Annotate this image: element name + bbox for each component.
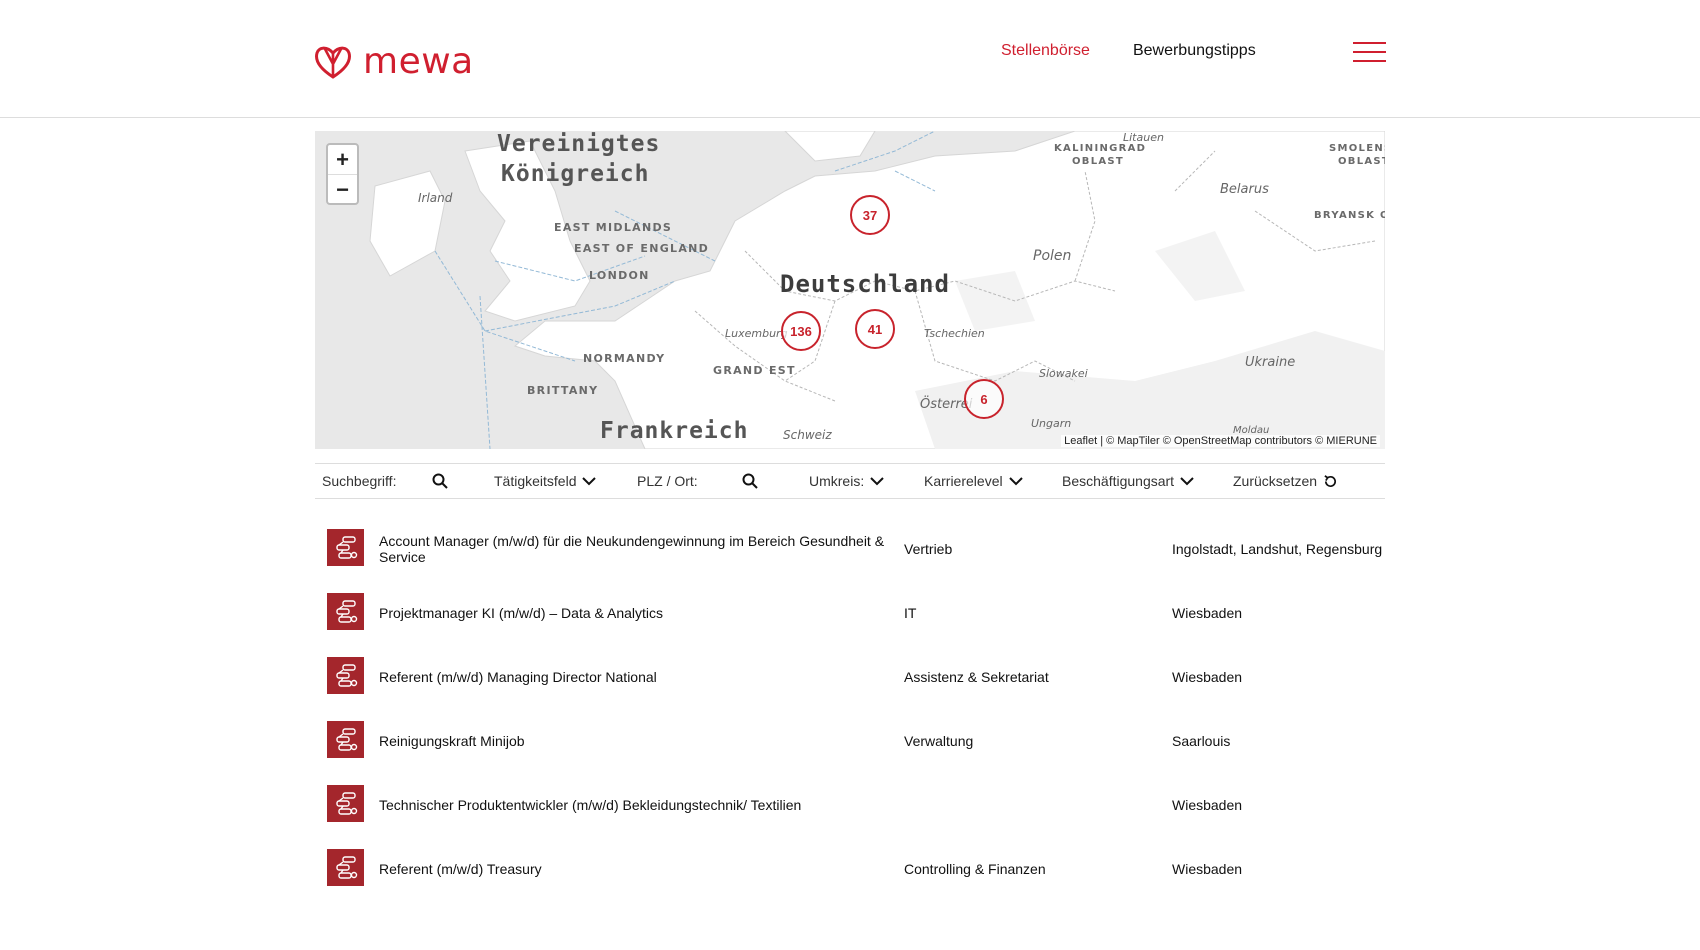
- map-label-ungarn: Ungarn: [1031, 417, 1072, 430]
- job-category: Vertrieb: [904, 541, 953, 557]
- plz-ort-field[interactable]: PLZ / Ort:: [637, 473, 758, 489]
- job-location: Saarlouis: [1172, 733, 1231, 749]
- map-label-ukraine: Ukraine: [1245, 355, 1296, 370]
- filter-karrierelevel-label: Karrierelevel: [924, 473, 1003, 489]
- nav-link-stellenboerse[interactable]: Stellenbörse: [1001, 42, 1090, 60]
- map-label-kaliningrad-2: OBLAST: [1072, 156, 1125, 167]
- chevron-down-icon: [870, 477, 884, 486]
- mewa-logo[interactable]: mewa: [313, 44, 474, 80]
- hamburger-menu-icon[interactable]: [1353, 42, 1386, 64]
- job-title[interactable]: Referent (m/w/d) Managing Director Natio…: [379, 657, 889, 697]
- hierarchy-icon: [335, 535, 357, 559]
- job-title[interactable]: Referent (m/w/d) Treasury: [379, 849, 889, 889]
- filter-beschaeftigungsart[interactable]: Beschäftigungsart: [1062, 473, 1194, 489]
- map-cluster-marker[interactable]: 41: [855, 309, 895, 349]
- job-category: IT: [904, 605, 917, 621]
- map-label-london: LONDON: [589, 269, 650, 282]
- reset-label: Zurücksetzen: [1233, 473, 1318, 489]
- job-location: Ingolstadt, Landshut, Regensburg: [1172, 541, 1383, 557]
- job-row[interactable]: Technischer Produktentwickler (m/w/d) Be…: [315, 785, 1385, 825]
- map-label-luxemburg: Luxemburg: [725, 327, 788, 340]
- filter-taetigkeitsfeld[interactable]: Tätigkeitsfeld: [494, 473, 597, 489]
- map-label-uk-1: Vereinigtes: [497, 131, 661, 157]
- map-label-uk-2: Königreich: [501, 161, 650, 187]
- filter-beschaeftigungsart-label: Beschäftigungsart: [1062, 473, 1175, 489]
- filter-taetigkeitsfeld-label: Tätigkeitsfeld: [494, 473, 577, 489]
- job-row[interactable]: Referent (m/w/d) Treasury Controlling & …: [315, 849, 1385, 889]
- job-row[interactable]: Projektmanager KI (m/w/d) – Data & Analy…: [315, 593, 1385, 633]
- job-row[interactable]: Reinigungskraft Minijob Verwaltung Saarl…: [315, 721, 1385, 761]
- job-category-icon: [327, 657, 364, 694]
- job-title[interactable]: Technischer Produktentwickler (m/w/d) Be…: [379, 785, 889, 825]
- job-category-icon: [327, 721, 364, 758]
- job-row[interactable]: Account Manager (m/w/d) für die Neukunde…: [315, 529, 1385, 569]
- job-title[interactable]: Reinigungskraft Minijob: [379, 721, 889, 761]
- hierarchy-icon: [335, 855, 357, 879]
- map-label-east-midlands: EAST MIDLANDS: [554, 221, 673, 234]
- map-label-grand-est: GRAND EST: [713, 364, 796, 377]
- job-category-icon: [327, 849, 364, 886]
- map-cluster-marker[interactable]: 37: [850, 195, 890, 235]
- map-label-bryansk: BRYANSK OI: [1314, 210, 1385, 221]
- search-label: Suchbegriff:: [322, 473, 397, 489]
- job-map[interactable]: Vereinigtes Königreich Irland EAST MIDLA…: [315, 131, 1385, 449]
- reset-button[interactable]: Zurücksetzen: [1233, 473, 1338, 489]
- search-field[interactable]: Suchbegriff:: [322, 473, 449, 489]
- map-label-normandy: NORMANDY: [583, 352, 666, 365]
- map-label-slowakei: Slowakei: [1039, 367, 1088, 380]
- filter-umkreis[interactable]: Umkreis:: [809, 473, 884, 489]
- map-label-kaliningrad-1: KALININGRAD: [1054, 143, 1147, 154]
- map-cluster-marker[interactable]: 6: [964, 379, 1004, 419]
- job-title[interactable]: Account Manager (m/w/d) für die Neukunde…: [379, 529, 889, 569]
- mewa-heart-logo-icon: [315, 46, 351, 79]
- nav-link-bewerbungstipps[interactable]: Bewerbungstipps: [1133, 42, 1256, 60]
- search-icon[interactable]: [742, 473, 758, 489]
- filter-karrierelevel[interactable]: Karrierelevel: [924, 473, 1023, 489]
- job-location: Wiesbaden: [1172, 669, 1243, 685]
- map-label-smolensk-2: OBLAST: [1338, 156, 1385, 167]
- map-attribution[interactable]: Leaflet | © MapTiler © OpenStreetMap con…: [1061, 435, 1380, 447]
- map-label-deutschland: Deutschland: [780, 270, 950, 298]
- map-cluster-marker[interactable]: 136: [781, 311, 821, 351]
- job-category: Assistenz & Sekretariat: [904, 669, 1049, 685]
- search-icon[interactable]: [432, 473, 449, 489]
- map-label-frankreich: Frankreich: [600, 418, 749, 444]
- chevron-down-icon: [1008, 477, 1023, 486]
- map-label-irland: Irland: [418, 191, 453, 205]
- chevron-down-icon: [1180, 477, 1194, 486]
- job-category: Verwaltung: [904, 733, 974, 749]
- chevron-down-icon: [582, 477, 597, 486]
- job-location: Wiesbaden: [1172, 605, 1243, 621]
- reset-icon: [1324, 474, 1337, 487]
- map-label-brittany: BRITTANY: [527, 384, 599, 397]
- hierarchy-icon: [335, 599, 357, 623]
- job-row[interactable]: Referent (m/w/d) Managing Director Natio…: [315, 657, 1385, 697]
- filter-umkreis-label: Umkreis:: [809, 473, 865, 489]
- job-category-icon: [327, 529, 364, 566]
- map-label-smolensk-1: SMOLENS: [1329, 143, 1385, 154]
- map-label-polen: Polen: [1033, 248, 1072, 264]
- page: mewa Stellenbörse Bewerbungstipps Verein…: [0, 30, 1700, 902]
- job-category-icon: [327, 785, 364, 822]
- map-label-belarus: Belarus: [1220, 182, 1269, 197]
- zoom-in-button[interactable]: +: [328, 145, 357, 174]
- job-location: Wiesbaden: [1172, 797, 1243, 813]
- logo-wordmark: mewa: [363, 41, 474, 82]
- job-title[interactable]: Projektmanager KI (m/w/d) – Data & Analy…: [379, 593, 889, 633]
- main-nav: Stellenbörse Bewerbungstipps: [1001, 42, 1256, 60]
- job-location: Wiesbaden: [1172, 861, 1243, 877]
- map-zoom-control: + −: [326, 143, 359, 205]
- job-category: Controlling & Finanzen: [904, 861, 1046, 877]
- site-header: mewa Stellenbörse Bewerbungstipps: [0, 30, 1700, 118]
- hierarchy-icon: [335, 791, 357, 815]
- plz-ort-label: PLZ / Ort:: [637, 473, 698, 489]
- hierarchy-icon: [335, 663, 357, 687]
- hierarchy-icon: [335, 727, 357, 751]
- zoom-out-button[interactable]: −: [328, 174, 357, 204]
- map-label-schweiz: Schweiz: [783, 428, 832, 442]
- job-category-icon: [327, 593, 364, 630]
- filter-bar: Suchbegriff: Tätigkeitsfeld PLZ / Ort: U…: [315, 463, 1385, 499]
- map-label-tschechien: Tschechien: [924, 327, 985, 340]
- map-label-east-of-england: EAST OF ENGLAND: [574, 242, 710, 255]
